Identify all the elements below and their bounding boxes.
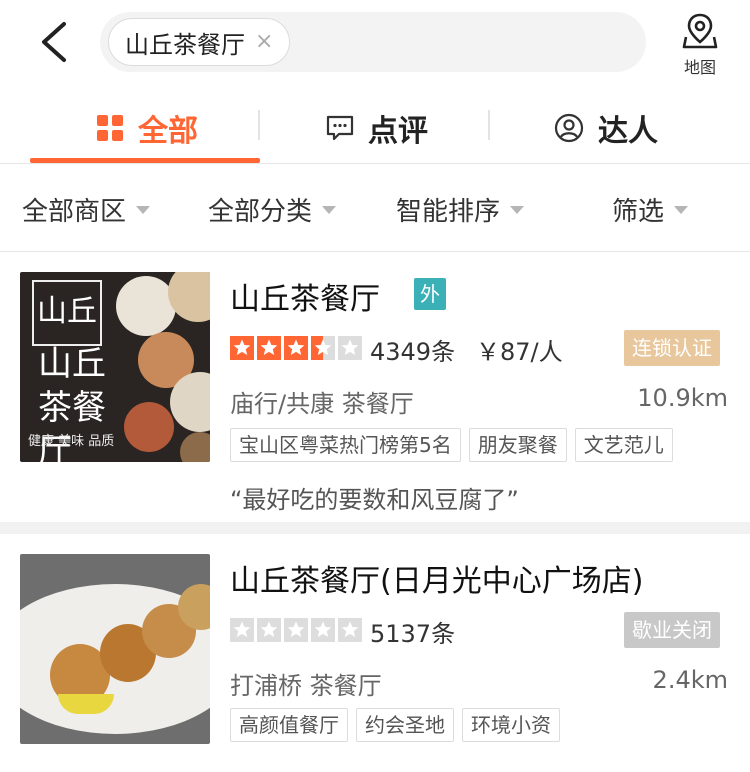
shop-photo[interactable]	[20, 554, 210, 744]
shop-name[interactable]: 山丘茶餐厅(日月光中心广场店)	[230, 556, 643, 600]
search-keyword: 山丘茶餐厅	[125, 30, 245, 59]
tab-reviews-label: 点评	[368, 114, 428, 149]
grid-icon	[97, 115, 123, 141]
star-icon	[338, 336, 362, 360]
star-icon	[257, 336, 281, 360]
map-label: 地图	[683, 58, 716, 77]
tab-all-label: 全部	[138, 114, 198, 149]
star-icon	[257, 618, 281, 642]
filter-category-label: 全部分类	[208, 196, 313, 227]
tab-all[interactable]: 全部	[96, 92, 198, 164]
filter-category[interactable]: 全部分类	[208, 166, 337, 252]
area-category: 庙行/共康 茶餐厅	[230, 390, 414, 418]
star-icon	[284, 618, 308, 642]
search-bar[interactable]: 山丘茶餐厅 ×	[100, 12, 646, 72]
tag[interactable]: 宝山区粤菜热门榜第5名	[230, 428, 461, 462]
filter-sort-label: 智能排序	[396, 196, 501, 227]
tag[interactable]: 文艺范儿	[574, 428, 673, 462]
takeout-badge: 外	[414, 278, 446, 310]
tab-separator	[258, 110, 260, 140]
closed-badge: 歇业关闭	[624, 612, 720, 648]
tag[interactable]: 高颜值餐厅	[230, 708, 348, 742]
map-button[interactable]: 地图	[676, 12, 724, 77]
star-icon	[338, 618, 362, 642]
card-divider	[0, 522, 750, 534]
caret-down-icon	[510, 206, 525, 214]
result-card[interactable]: 山丘 山丘茶餐厅 健康 美味 品质 山丘茶餐厅 外 4349条 ￥87/人 连锁…	[0, 252, 750, 522]
search-keyword-chip[interactable]: 山丘茶餐厅 ×	[108, 18, 291, 66]
star-icon	[311, 336, 335, 360]
back-arrow-icon	[42, 22, 66, 62]
caret-down-icon	[136, 206, 151, 214]
review-count: 4349条	[370, 338, 456, 366]
filter-district-label: 全部商区	[22, 196, 127, 227]
result-card[interactable]: 山丘茶餐厅(日月光中心广场店) 5137条 歇业关闭 打浦桥 茶餐厅 2.4km…	[0, 534, 750, 772]
shop-photo[interactable]: 山丘 山丘茶餐厅 健康 美味 品质	[20, 272, 210, 462]
clear-keyword-icon[interactable]: ×	[255, 31, 273, 53]
star-icon	[230, 336, 254, 360]
star-icon	[311, 618, 335, 642]
result-tabs: 全部 点评 达人	[0, 92, 750, 164]
star-rating	[230, 618, 362, 642]
filter-bar: 全部商区 全部分类 智能排序 筛选	[0, 166, 750, 252]
tag-list: 宝山区粤菜热门榜第5名 朋友聚餐 文艺范儿	[230, 428, 673, 462]
filter-more-label: 筛选	[612, 196, 665, 227]
filter-more[interactable]: 筛选	[612, 166, 689, 252]
user-icon	[554, 113, 584, 143]
star-icon	[230, 618, 254, 642]
review-count: 5137条	[370, 620, 456, 648]
back-button[interactable]	[36, 20, 76, 64]
filter-district[interactable]: 全部商区	[22, 166, 151, 252]
shop-logo: 山丘	[32, 280, 102, 346]
tag[interactable]: 朋友聚餐	[468, 428, 567, 462]
avg-price: ￥87/人	[476, 338, 563, 366]
distance: 10.9km	[637, 384, 728, 412]
shop-name[interactable]: 山丘茶餐厅	[230, 274, 380, 318]
caret-down-icon	[674, 206, 689, 214]
distance: 2.4km	[652, 666, 728, 694]
review-quote: “最好吃的要数和风豆腐了”	[230, 486, 519, 514]
map-pin-icon	[682, 13, 718, 49]
chain-certified-badge: 连锁认证	[624, 330, 720, 366]
tag[interactable]: 环境小资	[462, 708, 560, 742]
caret-down-icon	[322, 206, 337, 214]
tag-list: 高颜值餐厅 约会圣地 环境小资	[230, 708, 560, 742]
star-rating	[230, 336, 362, 360]
tag[interactable]: 约会圣地	[356, 708, 454, 742]
area-category: 打浦桥 茶餐厅	[230, 672, 382, 700]
tab-separator	[488, 110, 490, 140]
top-bar: 山丘茶餐厅 × 地图	[0, 0, 750, 90]
tab-experts[interactable]: 达人	[554, 92, 658, 164]
tab-reviews[interactable]: 点评	[326, 92, 428, 164]
comment-icon	[326, 115, 354, 141]
tab-experts-label: 达人	[598, 114, 658, 149]
active-tab-indicator	[30, 158, 260, 163]
photo-slogan: 健康 美味 品质	[28, 434, 115, 449]
filter-sort[interactable]: 智能排序	[396, 166, 525, 252]
star-icon	[284, 336, 308, 360]
